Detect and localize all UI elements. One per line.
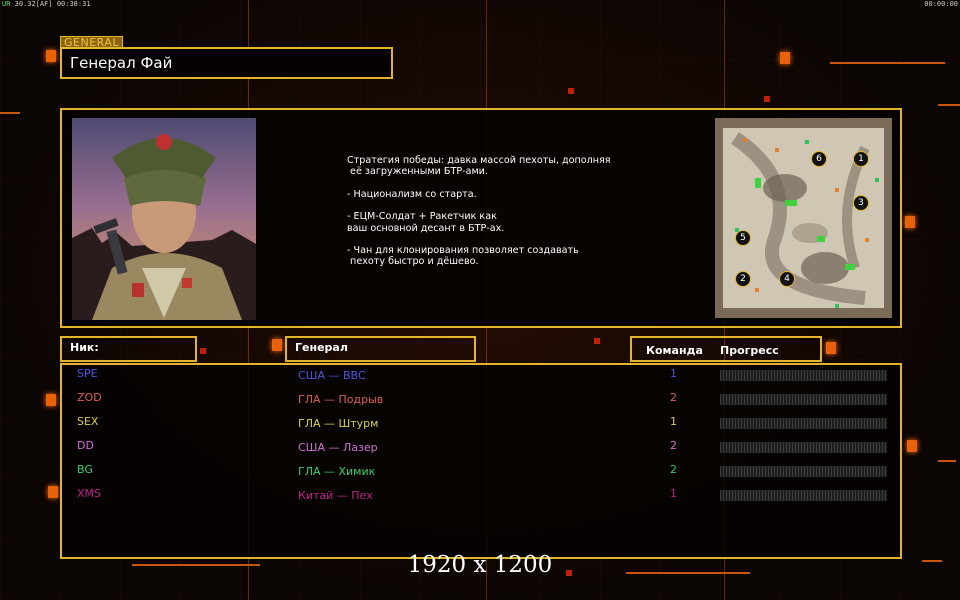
- player-nick: SEX: [77, 415, 99, 428]
- player-nick: SPE: [77, 367, 98, 380]
- player-general: Китай — Пех: [298, 489, 373, 502]
- deco-line: [938, 104, 960, 106]
- map-preview[interactable]: 6 1 3 5 2 4: [715, 118, 892, 318]
- player-row: XMS Китай — Пех 1: [0, 487, 960, 511]
- player-progress-bar: [720, 442, 887, 453]
- hud-time: 00:38:31: [56, 0, 91, 8]
- general-portrait: [72, 118, 256, 320]
- player-row: DD США — Лазер 2: [0, 439, 960, 463]
- player-general: ГЛА — Химик: [298, 465, 376, 478]
- spawn-marker[interactable]: 3: [853, 195, 869, 211]
- player-team: 1: [670, 367, 677, 380]
- hud-clock: 00:00:00: [924, 0, 958, 8]
- player-row: ZOD ГЛА — Подрыв 2: [0, 391, 960, 415]
- spawn-marker[interactable]: 6: [811, 151, 827, 167]
- deco-square: [272, 339, 282, 351]
- player-progress-bar: [720, 466, 887, 477]
- hud-values: 30.32: [14, 0, 36, 8]
- deco-square: [905, 216, 915, 228]
- portrait-image: [72, 118, 256, 320]
- spawn-marker[interactable]: 1: [853, 151, 869, 167]
- deco-line: [830, 62, 945, 64]
- deco-dot: [594, 338, 600, 344]
- column-header-nick: Ник:: [60, 336, 197, 362]
- column-header-progress-label: Прогресс: [720, 344, 779, 357]
- player-general: ГЛА — Подрыв: [298, 393, 384, 406]
- resolution-label: 1920 x 1200: [407, 552, 553, 578]
- description-paragraph: - Чан для клонирования позволяет создава…: [347, 245, 579, 268]
- player-general: США — Лазер: [298, 441, 378, 454]
- deco-dot: [200, 348, 206, 354]
- player-team: 1: [670, 487, 677, 500]
- general-name: Генерал Фай: [60, 47, 393, 79]
- player-team: 2: [670, 463, 677, 476]
- deco-dot: [568, 88, 574, 94]
- player-nick: BG: [77, 463, 93, 476]
- description-paragraph: - Национализм со старта.: [347, 188, 477, 200]
- map-image: [715, 118, 892, 318]
- player-nick: ZOD: [77, 391, 102, 404]
- hud-prefix: UR: [2, 0, 11, 8]
- player-team: 1: [670, 415, 677, 428]
- player-progress-bar: [720, 490, 887, 501]
- description-paragraph: Стратегия победы: давка массой пехоты, д…: [347, 155, 611, 178]
- player-team: 2: [670, 391, 677, 404]
- player-row: SPE США — ВВС 1: [0, 367, 960, 391]
- column-header-team-label: Команда: [646, 344, 703, 357]
- hud-stats: UR 30.32[AF] 00:38:31: [2, 0, 91, 8]
- deco-dot: [764, 96, 770, 102]
- player-nick: DD: [77, 439, 94, 452]
- spawn-marker[interactable]: 2: [735, 271, 751, 287]
- column-header-general: Генерал: [285, 336, 476, 362]
- player-nick: XMS: [77, 487, 102, 500]
- spawn-marker[interactable]: 5: [735, 230, 751, 246]
- spawn-marker[interactable]: 4: [779, 271, 795, 287]
- deco-square: [780, 52, 790, 64]
- deco-square: [826, 342, 836, 354]
- player-progress-bar: [720, 418, 887, 429]
- player-row: BG ГЛА — Химик 2: [0, 463, 960, 487]
- general-description: Стратегия победы: давка массой пехоты, д…: [347, 155, 697, 279]
- player-progress-bar: [720, 394, 887, 405]
- player-general: США — ВВС: [298, 369, 366, 382]
- player-team: 2: [670, 439, 677, 452]
- deco-square: [46, 50, 56, 62]
- description-paragraph: - ЕЦМ-Солдат + Ракетчик как ваш основной…: [347, 211, 505, 234]
- column-header-team: Команда Прогресс: [630, 336, 822, 362]
- hud-mid: [AF]: [35, 0, 53, 8]
- player-progress-bar: [720, 370, 887, 381]
- deco-line: [0, 112, 20, 114]
- player-general: ГЛА — Штурм: [298, 417, 379, 430]
- player-row: SEX ГЛА — Штурм 1: [0, 415, 960, 439]
